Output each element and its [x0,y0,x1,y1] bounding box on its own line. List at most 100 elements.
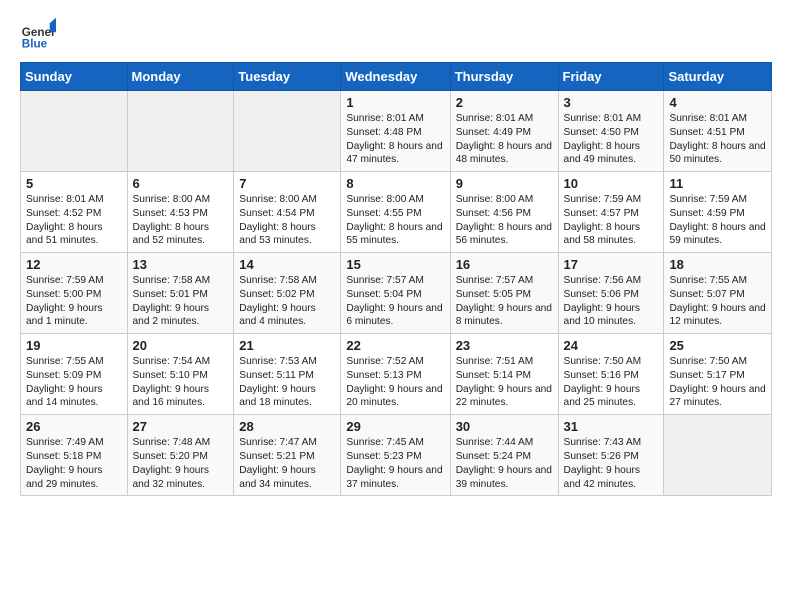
calendar-cell: 6Sunrise: 8:00 AMSunset: 4:53 PMDaylight… [127,172,234,253]
week-row-5: 26Sunrise: 7:49 AMSunset: 5:18 PMDayligh… [21,415,772,496]
cell-content: Sunrise: 8:00 AMSunset: 4:55 PMDaylight:… [346,193,444,248]
weekday-header-thursday: Thursday [450,63,558,91]
sunset-label: Sunset: 4:55 PM [346,208,421,219]
daylight-label: Daylight: 8 hours and 47 minutes. [346,141,442,166]
week-row-4: 19 Sunrise: 7:55 AMSunset: 5:09 PMDayligh… [21,334,772,415]
weekday-header-sunday: Sunday [21,63,128,91]
cell-content: Sunrise: 7:50 AMSunset: 5:16 PMDaylight:… [564,355,659,410]
sunrise-label: Sunrise: 7:43 AM [564,437,642,448]
daylight-label: Daylight: 9 hours and 22 minutes. [456,384,552,409]
calendar-cell: 20 Sunrise: 7:54 AMSunset: 5:10 PMDayligh… [127,334,234,415]
cell-content: Sunrise: 7:49 AM Sunset: 5:18 PM Daylight:… [26,436,122,491]
sunset-label: Sunset: 5:09 PM [26,370,101,381]
cell-content: Sunrise: 7:55 AMSunset: 5:07 PMDaylight:… [669,274,766,329]
calendar-cell: 17Sunrise: 7:56 AMSunset: 5:06 PMDayligh… [558,253,664,334]
week-row-2: 5Sunrise: 8:01 AMSunset: 4:52 PMDaylight… [21,172,772,253]
calendar-cell: 24Sunrise: 7:50 AMSunset: 5:16 PMDayligh… [558,334,664,415]
cell-content: Sunrise: 7:57 AMSunset: 5:04 PMDaylight:… [346,274,444,329]
sunset-label: Sunset: 4:48 PM [346,127,421,138]
daylight-label: Daylight: 9 hours and 14 minutes. [26,384,102,409]
sunrise-label: Sunrise: 7:58 AM [133,275,211,286]
daylight-label: Daylight: 8 hours and 56 minutes. [456,222,552,247]
cell-content: Sunrise: 8:01 AMSunset: 4:49 PMDaylight:… [456,112,553,167]
daylight-label: Daylight: 9 hours and 29 minutes. [26,465,102,490]
cell-content: Sunrise: 7:55 AMSunset: 5:09 PMDaylight:… [26,355,122,410]
day-number: 1 [346,95,444,110]
day-number: 8 [346,176,444,191]
calendar-cell: 29 Sunrise: 7:45 AMSunset: 5:23 PMDayligh… [341,415,450,496]
day-number: 16 [456,257,553,272]
cell-content: Sunrise: 7:58 AMSunset: 5:02 PMDaylight:… [239,274,335,329]
sunset-label: Sunset: 5:18 PM [26,451,101,462]
cell-content: Sunrise: 7:48 AMSunset: 5:20 PMDaylight:… [133,436,229,491]
page: General Blue SundayMondayTuesdayWednesda… [0,0,792,512]
sunset-label: Sunset: 5:00 PM [26,289,101,300]
sunrise-label: Sunrise: 7:49 AM [26,437,104,448]
logo-icon: General Blue [20,16,56,52]
weekday-header-monday: Monday [127,63,234,91]
sunrise-label: Sunrise: 7:52 AM [346,356,424,367]
sunset-label: Sunset: 5:01 PM [133,289,208,300]
sunrise-label: Sunrise: 8:00 AM [456,194,534,205]
day-number: 19 [26,338,122,353]
daylight-label: Daylight: 9 hours and 37 minutes. [346,465,442,490]
cell-content: Sunrise: 7:44 AMSunset: 5:24 PMDaylight:… [456,436,553,491]
cell-content: Sunrise: 8:00 AMSunset: 4:54 PMDaylight:… [239,193,335,248]
cell-content: Sunrise: 8:00 AMSunset: 4:56 PMDaylight:… [456,193,553,248]
weekday-header-row: SundayMondayTuesdayWednesdayThursdayFrid… [21,63,772,91]
day-number: 27 [133,419,229,434]
day-number: 21 [239,338,335,353]
header: General Blue [20,16,772,52]
cell-content: Sunrise: 7:45 AMSunset: 5:23 PMDaylight:… [346,436,444,491]
day-number: 20 [133,338,229,353]
calendar-cell: 11Sunrise: 7:59 AMSunset: 4:59 PMDayligh… [664,172,772,253]
calendar-cell: 21 Sunrise: 7:53 AMSunset: 5:11 PMDayligh… [234,334,341,415]
daylight-label: Daylight: 9 hours and 8 minutes. [456,303,552,328]
calendar-cell: 1Sunrise: 8:01 AMSunset: 4:48 PMDaylight… [341,91,450,172]
sunrise-label: Sunrise: 7:58 AM [239,275,317,286]
calendar-cell: 16 Sunrise: 7:57 AMSunset: 5:05 PMDayligh… [450,253,558,334]
calendar-cell: 19 Sunrise: 7:55 AMSunset: 5:09 PMDayligh… [21,334,128,415]
sunset-label: Sunset: 5:14 PM [456,370,531,381]
sunrise-label: Sunrise: 7:50 AM [669,356,747,367]
sunrise-label: Sunrise: 7:51 AM [456,356,534,367]
daylight-label: Daylight: 9 hours and 16 minutes. [133,384,209,409]
calendar-cell: 10Sunrise: 7:59 AMSunset: 4:57 PMDayligh… [558,172,664,253]
day-number: 31 [564,419,659,434]
daylight-label: Daylight: 9 hours and 1 minute. [26,303,102,328]
calendar-cell: 18Sunrise: 7:55 AMSunset: 5:07 PMDayligh… [664,253,772,334]
sunset-label: Sunset: 5:11 PM [239,370,314,381]
sunrise-label: Sunrise: 7:50 AM [564,356,642,367]
day-number: 13 [133,257,229,272]
daylight-label: Daylight: 8 hours and 55 minutes. [346,222,442,247]
daylight-label: Daylight: 9 hours and 27 minutes. [669,384,765,409]
calendar-cell: 14Sunrise: 7:58 AMSunset: 5:02 PMDayligh… [234,253,341,334]
day-number: 17 [564,257,659,272]
day-number: 30 [456,419,553,434]
weekday-header-saturday: Saturday [664,63,772,91]
day-number: 11 [669,176,766,191]
sunset-label: Sunset: 5:21 PM [239,451,314,462]
sunset-label: Sunset: 4:59 PM [669,208,744,219]
day-number: 29 [346,419,444,434]
daylight-label: Daylight: 9 hours and 20 minutes. [346,384,442,409]
day-number: 6 [133,176,229,191]
calendar-cell: 23 Sunrise: 7:51 AM Sunset: 5:14 PM Dayligh… [450,334,558,415]
week-row-1: 1Sunrise: 8:01 AMSunset: 4:48 PMDaylight… [21,91,772,172]
cell-content: Sunrise: 7:57 AMSunset: 5:05 PMDaylight:… [456,274,553,329]
day-number: 25 [669,338,766,353]
sunset-label: Sunset: 5:23 PM [346,451,421,462]
cell-content: Sunrise: 7:54 AMSunset: 5:10 PMDaylight:… [133,355,229,410]
calendar-cell: 2Sunrise: 8:01 AMSunset: 4:49 PMDaylight… [450,91,558,172]
day-number: 12 [26,257,122,272]
cell-content: Sunrise: 7:52 AMSunset: 5:13 PMDaylight:… [346,355,444,410]
daylight-label: Daylight: 9 hours and 10 minutes. [564,303,640,328]
calendar-cell: 26Sunrise: 7:49 AMSunset: 5:18 PMDayligh… [21,415,128,496]
day-number: 9 [456,176,553,191]
cell-content: Sunrise: 7:53 AMSunset: 5:11 PMDaylight:… [239,355,335,410]
daylight-label: Daylight: 9 hours and 6 minutes. [346,303,442,328]
sunrise-label: Sunrise: 7:57 AM [346,275,424,286]
day-number: 23 [456,338,553,353]
calendar-cell: 12 Sunrise: 7:59 AMSunset: 5:00 PMDayligh… [21,253,128,334]
cell-content: Sunrise: 7:59 AMSunset: 5:00 PMDaylight:… [26,274,122,329]
